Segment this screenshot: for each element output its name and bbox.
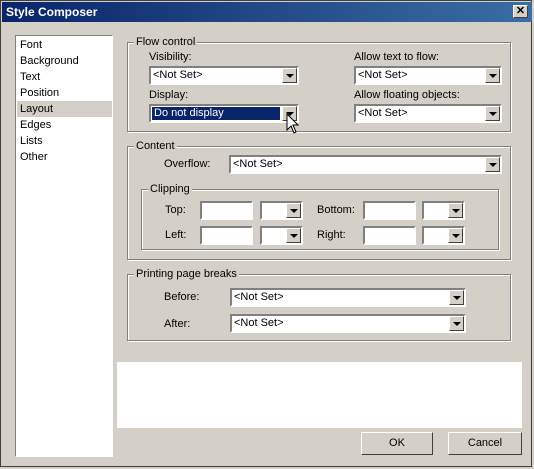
display-value: Do not display <box>152 107 280 120</box>
overflow-label: Overflow: <box>164 158 211 170</box>
clip-right-unit-select[interactable] <box>422 226 465 245</box>
allow-text-flow-select[interactable]: <Not Set> <box>354 66 502 85</box>
clip-left-input[interactable] <box>200 226 253 245</box>
category-item-other[interactable]: Other <box>17 149 112 165</box>
allow-floating-select[interactable]: <Not Set> <box>354 104 502 123</box>
category-item-text[interactable]: Text <box>17 69 112 85</box>
display-select[interactable]: Do not display <box>149 104 299 123</box>
clip-right-input[interactable] <box>363 226 416 245</box>
close-icon: ✕ <box>515 5 526 17</box>
clip-bottom-unit-select[interactable] <box>422 201 465 220</box>
flow-control-legend: Flow control <box>134 36 198 48</box>
title-bar[interactable]: Style Composer ✕ <box>2 2 532 22</box>
preview-pane <box>117 362 522 428</box>
ok-button[interactable]: OK <box>361 432 433 455</box>
allow-text-flow-label: Allow text to flow: <box>354 51 439 63</box>
chevron-down-icon[interactable] <box>485 106 500 121</box>
style-composer-dialog: Style Composer ✕ Font Background Text Po… <box>0 0 532 467</box>
before-select[interactable]: <Not Set> <box>230 288 466 307</box>
clip-bottom-input[interactable] <box>363 201 416 220</box>
cancel-button[interactable]: Cancel <box>448 432 522 455</box>
after-value: <Not Set> <box>234 317 284 329</box>
chevron-down-icon[interactable] <box>448 228 463 243</box>
visibility-label: Visibility: <box>149 51 192 63</box>
chevron-down-icon[interactable] <box>286 203 301 218</box>
visibility-value: <Not Set> <box>153 69 203 81</box>
category-item-position[interactable]: Position <box>17 85 112 101</box>
content-legend: Content <box>134 140 177 152</box>
close-button[interactable]: ✕ <box>513 5 528 18</box>
display-label: Display: <box>149 89 189 101</box>
chevron-down-icon[interactable] <box>485 157 500 172</box>
clip-top-input[interactable] <box>200 201 253 220</box>
chevron-down-icon[interactable] <box>282 68 297 83</box>
clip-top-label: Top: <box>165 204 186 216</box>
overflow-select[interactable]: <Not Set> <box>229 155 502 174</box>
clip-bottom-label: Bottom: <box>317 204 355 216</box>
page-breaks-legend: Printing page breaks <box>134 268 239 280</box>
clipping-legend: Clipping <box>148 183 192 195</box>
clip-left-label: Left: <box>165 229 187 241</box>
chevron-down-icon[interactable] <box>448 203 463 218</box>
category-item-background[interactable]: Background <box>17 53 112 69</box>
chevron-down-icon[interactable] <box>286 228 301 243</box>
category-item-font[interactable]: Font <box>17 37 112 53</box>
clip-left-unit-select[interactable] <box>260 226 303 245</box>
allow-text-flow-value: <Not Set> <box>358 69 408 81</box>
before-value: <Not Set> <box>234 291 284 303</box>
overflow-value: <Not Set> <box>233 158 283 170</box>
clip-top-unit-select[interactable] <box>260 201 303 220</box>
allow-floating-label: Allow floating objects: <box>354 89 460 101</box>
category-item-lists[interactable]: Lists <box>17 133 112 149</box>
chevron-down-icon[interactable] <box>485 68 500 83</box>
category-item-edges[interactable]: Edges <box>17 117 112 133</box>
category-item-layout[interactable]: Layout <box>17 101 112 117</box>
after-select[interactable]: <Not Set> <box>230 314 466 333</box>
chevron-down-icon[interactable] <box>449 316 464 331</box>
mouse-pointer-icon <box>286 113 300 134</box>
after-label: After: <box>164 318 191 330</box>
chevron-down-icon[interactable] <box>449 290 464 305</box>
category-list[interactable]: Font Background Text Position Layout Edg… <box>15 35 113 457</box>
allow-floating-value: <Not Set> <box>358 107 408 119</box>
window-title: Style Composer <box>6 5 98 19</box>
before-label: Before: <box>164 291 200 303</box>
clip-right-label: Right: <box>317 229 346 241</box>
visibility-select[interactable]: <Not Set> <box>149 66 299 85</box>
